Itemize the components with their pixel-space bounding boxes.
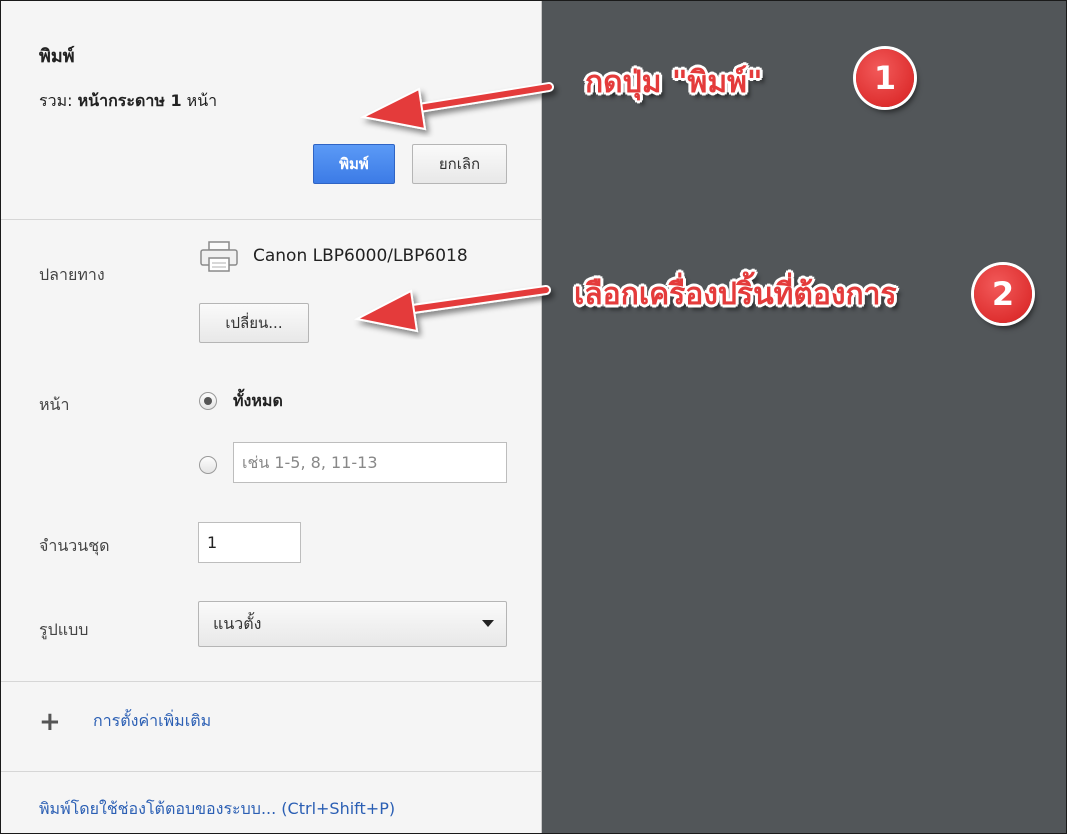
pages-all-label[interactable]: ทั้งหมด — [233, 389, 283, 414]
pages-custom-radio[interactable] — [199, 456, 217, 474]
more-settings-toggle[interactable]: + การตั้งค่าเพิ่มเติม — [39, 706, 212, 737]
change-printer-button[interactable]: เปลี่ยน... — [199, 303, 309, 343]
print-settings-panel: พิมพ์ รวม: หน้ากระดาษ 1 หน้า พิมพ์ ยกเลิ… — [1, 1, 542, 833]
page-total-prefix: รวม: — [39, 91, 78, 110]
annotation-badge-1: 1 — [856, 49, 914, 107]
pages-all-radio[interactable] — [199, 392, 217, 410]
cancel-button[interactable]: ยกเลิก — [412, 144, 507, 184]
footer-divider — [1, 771, 541, 772]
print-dialog-window: พิมพ์ รวม: หน้ากระดาษ 1 หน้า พิมพ์ ยกเลิ… — [0, 0, 1067, 834]
plus-icon: + — [39, 706, 61, 737]
more-settings-label: การตั้งค่าเพิ่มเติม — [93, 711, 212, 730]
destination-label: ปลายทาง — [39, 265, 105, 284]
copies-label: จำนวนชุด — [39, 536, 110, 555]
dialog-title: พิมพ์ — [39, 46, 75, 67]
layout-selected-value: แนวตั้ง — [213, 613, 262, 633]
annotation-note-1: กดปุ่ม "พิมพ์" — [585, 65, 763, 100]
page-total-value: หน้ากระดาษ 1 — [77, 91, 182, 110]
copies-input[interactable]: 1 — [198, 522, 301, 563]
layout-select[interactable]: แนวตั้ง — [198, 601, 507, 647]
annotation-badge-2: 2 — [974, 265, 1032, 323]
page-total-suffix: หน้า — [181, 91, 218, 110]
printer-icon — [200, 241, 238, 272]
printer-name: Canon LBP6000/LBP6018 — [253, 246, 468, 266]
header-divider — [1, 219, 541, 220]
annotation-note-2: เลือกเครื่องปริ้นที่ต้องการ — [574, 277, 897, 312]
system-dialog-link[interactable]: พิมพ์โดยใช้ช่องโต้ตอบของระบบ... (Ctrl+Sh… — [39, 797, 395, 822]
layout-label: รูปแบบ — [39, 620, 89, 639]
pages-label: หน้า — [39, 395, 70, 414]
chevron-down-icon — [482, 620, 494, 627]
pages-custom-input[interactable] — [233, 442, 507, 483]
print-preview-area — [542, 1, 1066, 833]
settings-divider — [1, 681, 541, 682]
print-button[interactable]: พิมพ์ — [313, 144, 395, 184]
page-total: รวม: หน้ากระดาษ 1 หน้า — [39, 89, 217, 114]
